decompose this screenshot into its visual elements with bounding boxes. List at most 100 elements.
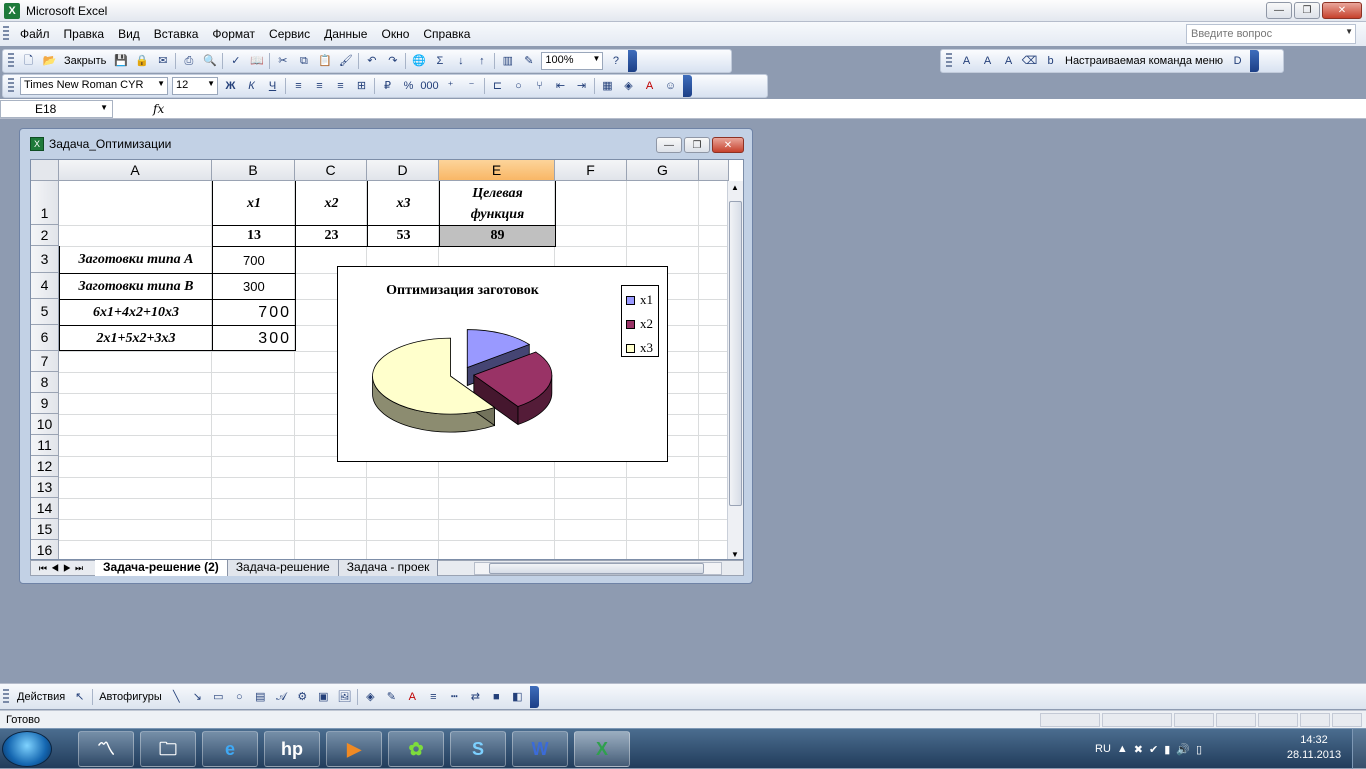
chevron-down-icon[interactable]: ▼: [207, 79, 215, 88]
new-document-icon[interactable]: 🗋: [18, 51, 39, 71]
select-objects-icon[interactable]: ↖: [69, 687, 90, 707]
row-header-3[interactable]: 3: [31, 246, 59, 273]
taskbar-excel-icon[interactable]: X: [574, 731, 630, 767]
cell-b5[interactable]: 700: [213, 300, 295, 325]
taskbar-hp-icon[interactable]: hp: [264, 731, 320, 767]
cell-b3[interactable]: 700: [213, 247, 295, 273]
drawing-icon[interactable]: ✎: [518, 51, 539, 71]
menu-view[interactable]: Вид: [111, 23, 147, 45]
minimize-button[interactable]: —: [1266, 2, 1292, 19]
dash-style-icon[interactable]: ┅: [444, 687, 465, 707]
network-x-icon[interactable]: ✖: [1134, 743, 1143, 756]
signal-icon[interactable]: ▮: [1164, 743, 1170, 756]
format-painter-icon[interactable]: 🖌: [335, 51, 356, 71]
increase-decimal-icon[interactable]: ⁺: [440, 76, 461, 96]
print-icon[interactable]: ⎙: [178, 51, 199, 71]
align-right-icon[interactable]: ≡: [330, 76, 351, 96]
font-color-icon[interactable]: A: [402, 687, 423, 707]
research-icon[interactable]: 📖: [246, 51, 267, 71]
cell-a6[interactable]: 2x1+5x2+3x3: [60, 326, 212, 351]
sort-ascending-icon[interactable]: ↓: [450, 51, 471, 71]
autoshapes-menu[interactable]: Автофигуры: [95, 687, 166, 707]
autosum-icon[interactable]: Σ: [429, 51, 450, 71]
cell-c1[interactable]: x2: [296, 182, 367, 225]
grow-font-icon[interactable]: A: [956, 51, 977, 71]
increase-indent-icon[interactable]: ⇥: [571, 76, 592, 96]
draw-actions-menu[interactable]: Действия: [13, 687, 69, 707]
redo-icon[interactable]: ↷: [382, 51, 403, 71]
row-header-10[interactable]: 10: [31, 414, 59, 435]
row-header-11[interactable]: 11: [31, 435, 59, 456]
menu-tools[interactable]: Сервис: [262, 23, 317, 45]
connector-icon[interactable]: ⑂: [529, 76, 550, 96]
save-icon[interactable]: 💾: [110, 51, 131, 71]
column-header-d[interactable]: D: [367, 160, 439, 181]
zoom-select[interactable]: 100% ▼: [541, 52, 604, 70]
row-header-12[interactable]: 12: [31, 456, 59, 477]
menu-grip[interactable]: [3, 26, 9, 42]
smiley-icon[interactable]: ☺: [660, 76, 681, 96]
shadow-icon[interactable]: ■: [486, 687, 507, 707]
cell-d2[interactable]: 53: [368, 226, 439, 246]
decrease-decimal-icon[interactable]: ⁻: [461, 76, 482, 96]
cell-a4[interactable]: Заготовки типа В: [60, 274, 212, 299]
taskbar-skype-icon[interactable]: S: [450, 731, 506, 767]
copy-icon[interactable]: ⧉: [293, 51, 314, 71]
battery-icon[interactable]: ▯: [1196, 743, 1202, 756]
column-header-a[interactable]: A: [59, 160, 212, 181]
menu-edit[interactable]: Правка: [57, 23, 112, 45]
clock[interactable]: 14:32 28.11.2013: [1285, 733, 1343, 763]
currency-icon[interactable]: ₽: [377, 76, 398, 96]
custom-command-button[interactable]: Настраиваемая команда меню: [1061, 51, 1227, 71]
security-check-icon[interactable]: ✔: [1149, 743, 1158, 756]
function-icon[interactable]: fx: [153, 102, 164, 116]
vertical-scroll-thumb[interactable]: [729, 201, 742, 506]
taskbar-word-icon[interactable]: W: [512, 731, 568, 767]
toolbar-grip[interactable]: [946, 53, 952, 69]
row-header-6[interactable]: 6: [31, 325, 59, 351]
font-size-select[interactable]: 12 ▼: [172, 77, 218, 95]
chart-legend[interactable]: x1 x2 x3: [621, 285, 659, 357]
toolbar-grip[interactable]: [8, 78, 14, 94]
column-header-f[interactable]: F: [555, 160, 627, 181]
font-color-icon[interactable]: A: [639, 76, 660, 96]
menu-window[interactable]: Окно: [374, 23, 416, 45]
3d-style-icon[interactable]: ◧: [507, 687, 528, 707]
pie-chart[interactable]: Оптимизация заготовок x1 x2 x3: [337, 266, 668, 462]
menu-file[interactable]: Файл: [13, 23, 57, 45]
workbook-close-button[interactable]: ✕: [712, 137, 744, 153]
toolbar-options-handle[interactable]: [529, 685, 539, 708]
chevron-down-icon[interactable]: ▼: [1345, 27, 1353, 36]
textbox-icon[interactable]: ▤: [250, 687, 271, 707]
font-color-icon[interactable]: A: [977, 51, 998, 71]
row-header-7[interactable]: 7: [31, 351, 59, 372]
line-style-icon[interactable]: ≡: [423, 687, 444, 707]
scroll-down-icon[interactable]: ▼: [731, 550, 739, 559]
row-header-9[interactable]: 9: [31, 393, 59, 414]
wordart-icon[interactable]: 𝒜: [271, 687, 292, 707]
show-desktop-button[interactable]: [1352, 729, 1366, 769]
row-header-13[interactable]: 13: [31, 477, 59, 498]
arrow-style-icon[interactable]: ⇄: [465, 687, 486, 707]
column-header-b[interactable]: B: [212, 160, 295, 181]
decrease-indent-icon[interactable]: ⇤: [550, 76, 571, 96]
paste-icon[interactable]: 📋: [314, 51, 335, 71]
print-preview-icon[interactable]: 🔍: [199, 51, 220, 71]
oval-icon[interactable]: ○: [229, 687, 250, 707]
menu-data[interactable]: Данные: [317, 23, 374, 45]
column-header-partial[interactable]: [699, 160, 729, 181]
column-header-c[interactable]: C: [295, 160, 367, 181]
row-header-8[interactable]: 8: [31, 372, 59, 393]
line-color-icon[interactable]: ✎: [381, 687, 402, 707]
close-button[interactable]: ✕: [1322, 2, 1362, 19]
permission-icon[interactable]: 🔒: [131, 51, 152, 71]
start-button[interactable]: [2, 731, 52, 767]
underline-d-icon[interactable]: D: [1227, 51, 1248, 71]
toolbar-options-handle[interactable]: [628, 50, 638, 72]
fill-color-icon[interactable]: ◈: [618, 76, 639, 96]
horizontal-scroll-thumb[interactable]: [489, 563, 704, 574]
volume-icon[interactable]: 🔊: [1176, 743, 1190, 756]
merge-center-icon[interactable]: ⊞: [351, 76, 372, 96]
chevron-down-icon[interactable]: ▼: [157, 79, 165, 88]
font-name-select[interactable]: Times New Roman CYR ▼: [20, 77, 168, 95]
